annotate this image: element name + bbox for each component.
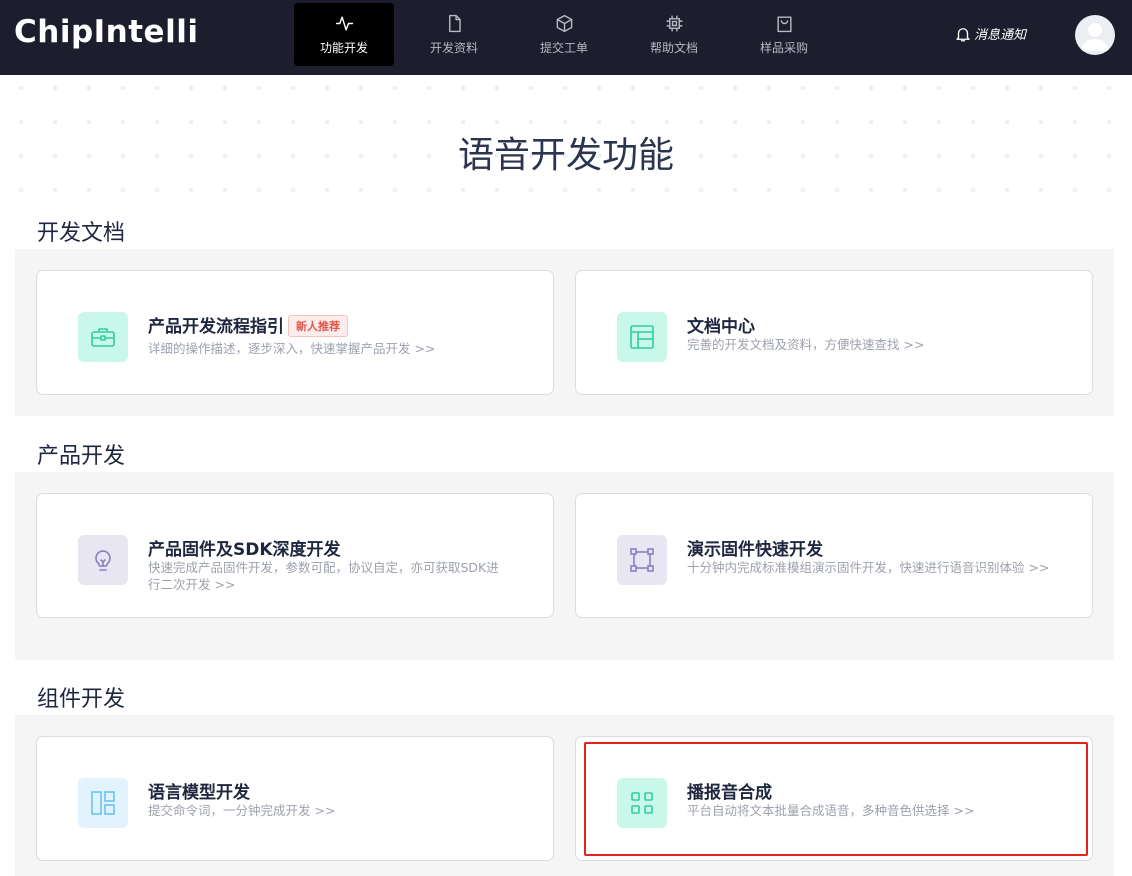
frame-icon [630,548,654,572]
card-title-text: 产品开发流程指引 [148,317,284,337]
layout-icon [630,325,654,349]
card-product-dev-guide[interactable]: 产品开发流程指引 新人推荐 详细的操作描述，逐步深入，快速掌握产品开发 >> [36,270,554,395]
columns-icon [91,791,115,815]
nav-item-help-docs[interactable]: 帮助文档 [624,3,724,66]
card-description: 详细的操作描述，逐步深入，快速掌握产品开发 >> [148,341,436,356]
nav-item-label: 提交工单 [539,40,588,55]
card-icon-box [617,312,667,362]
card-title: 文档中心 [687,317,755,337]
card-title: 产品固件及SDK深度开发 [148,540,341,560]
card-icon-box [78,312,128,362]
lightbulb-icon [95,550,111,571]
nav-item-submit-ticket[interactable]: 提交工单 [514,3,614,66]
section-panel-component-dev: 语言模型开发 提交命令词，一分钟完成开发 >> 播报音合成 平台自动将文本批量合… [15,715,1114,876]
section-title-component-dev: 组件开发 [37,687,126,712]
logo[interactable]: ChipIntelli [14,14,198,50]
card-description: 快速完成产品固件开发，参数可配，协议自定，亦可获取SDK进行二次开发 >> [148,560,499,592]
nav-item-function-dev[interactable]: 功能开发 [294,3,394,66]
section-title-dev-docs: 开发文档 [37,221,126,246]
notifications-link[interactable]: 消息通知 [954,24,1026,43]
nav-item-dev-materials[interactable]: 开发资料 [404,3,504,66]
card-description: 平台自动将文本批量合成语音，多种音色供选择 >> [687,803,975,818]
chip-icon [666,15,682,31]
card-description: 完善的开发文档及资料，方便快速查找 >> [687,337,925,352]
top-navigation-bar: ChipIntelli 功能开发 开发资料 提交工单 帮助文档 样品采购 消息通… [0,0,1132,75]
card-doc-center[interactable]: 文档中心 完善的开发文档及资料，方便快速查找 >> [575,270,1093,395]
card-icon-box [617,778,667,828]
box-icon [556,14,572,32]
user-avatar-icon [1081,23,1109,51]
nav-item-label: 功能开发 [319,40,368,55]
card-demo-firmware-dev[interactable]: 演示固件快速开发 十分钟内完成标准模组演示固件开发，快速进行语音识别体验 >> [575,493,1093,618]
notifications-label: 消息通知 [974,28,1027,43]
nav-item-label: 样品采购 [759,40,808,55]
card-title: 语言模型开发 [148,783,250,803]
card-title: 演示固件快速开发 [687,540,823,560]
new-user-badge: 新人推荐 [288,315,348,337]
activity-icon [335,15,353,31]
user-avatar[interactable] [1075,15,1115,55]
card-language-model-dev[interactable]: 语言模型开发 提交命令词，一分钟完成开发 >> [36,736,554,861]
card-icon-box [617,535,667,585]
shopping-bag-icon [776,15,792,32]
card-description: 十分钟内完成标准模组演示固件开发，快速进行语音识别体验 >> [687,560,1050,575]
main-nav: 功能开发 开发资料 提交工单 帮助文档 样品采购 [294,3,844,66]
card-title: 产品开发流程指引 新人推荐 [148,312,348,337]
nav-item-label: 帮助文档 [649,40,698,55]
card-description: 提交命令词，一分钟完成开发 >> [148,803,336,818]
nav-item-label: 开发资料 [429,40,478,55]
section-panel-dev-docs: 产品开发流程指引 新人推荐 详细的操作描述，逐步深入，快速掌握产品开发 >> 文档… [15,249,1114,416]
section-title-product-dev: 产品开发 [37,444,126,469]
toolbox-icon [91,328,115,347]
file-icon [448,14,461,32]
card-broadcast-tts[interactable]: 播报音合成 平台自动将文本批量合成语音，多种音色供选择 >> [575,736,1093,861]
bell-icon [956,27,970,41]
grid-icon [631,792,653,814]
page-title: 语音开发功能 [457,135,674,176]
card-icon-box [78,535,128,585]
card-icon-box [78,778,128,828]
section-panel-product-dev: 产品固件及SDK深度开发 快速完成产品固件开发，参数可配，协议自定，亦可获取SD… [15,472,1114,660]
nav-item-sample-purchase[interactable]: 样品采购 [734,3,834,66]
card-title: 播报音合成 [687,783,772,803]
card-firmware-sdk-dev[interactable]: 产品固件及SDK深度开发 快速完成产品固件开发，参数可配，协议自定，亦可获取SD… [36,493,554,618]
